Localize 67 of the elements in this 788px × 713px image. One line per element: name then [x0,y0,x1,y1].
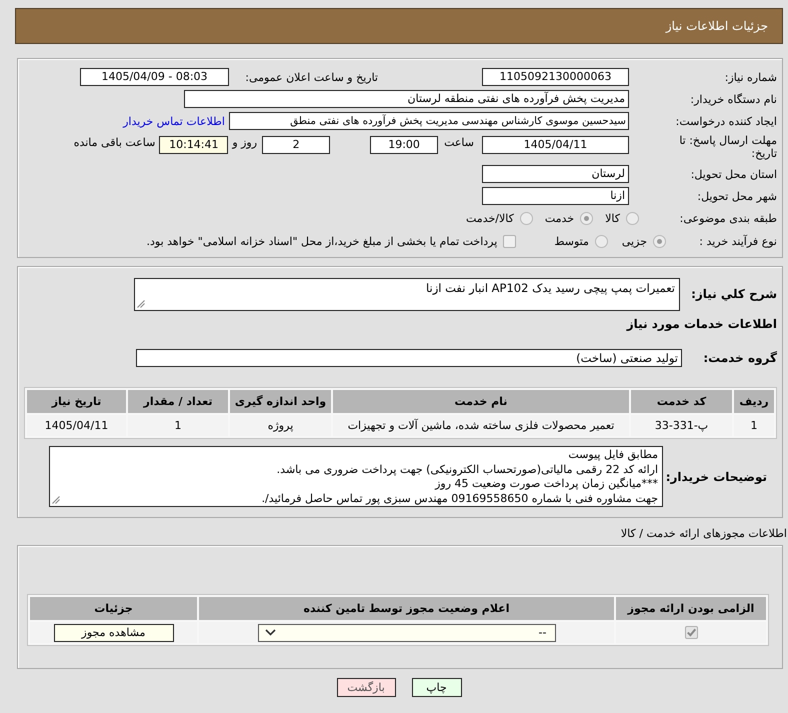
column-header: اعلام وضعیت مجوز توسط تامین کننده [199,597,614,620]
field-label: توضیحات خریدار: [666,470,767,484]
page-title: جزئیات اطلاعات نیاز [666,19,768,33]
field-label: تاریخ و ساعت اعلان عمومی: [245,70,378,84]
table-cell: 1 [128,415,228,436]
contact-link[interactable]: اطلاعات تماس خریدار [123,114,225,128]
text-field[interactable]: مدیریت پخش فرآورده های نفتی منطقه لرستان [184,90,629,108]
column-header: نام خدمت [333,390,629,413]
text-field[interactable]: 10:14:41 [159,136,228,154]
print-button[interactable]: چاپ [412,678,462,697]
status-select[interactable]: -- [258,624,556,642]
back-button[interactable]: بازگشت [336,678,396,697]
resize-handle-icon[interactable] [137,300,145,308]
resize-handle-icon[interactable] [52,496,60,504]
column-header: واحد اندازه گیری [230,390,331,413]
field-label: ساعت باقی مانده [74,136,156,149]
text-field[interactable]: سیدحسین موسوی کارشناس مهندسی مدیریت پخش فرآورده های نفتی منطق [229,112,629,130]
text-field[interactable]: 2 [262,136,330,154]
option-label: جزیی [622,235,647,248]
option-label: متوسط [554,235,589,248]
field-label: ایجاد کننده درخواست: [676,114,777,128]
field-label: روز و [232,136,258,149]
field-label: نوع فرآیند خرید : [699,235,777,248]
column-header: کد خدمت [631,390,732,413]
column-header: تاریخ نیاز [27,390,126,413]
text-field[interactable]: 1405/04/11 [482,136,629,154]
column-header: جزئیات [30,597,197,620]
field-label: ساعت [444,136,474,149]
field-label: شماره نیاز: [724,70,777,84]
table-cell: پ-331-33 [631,415,732,436]
text-field[interactable]: لرستان [482,165,629,183]
field-label: استان محل تحویل: [690,168,777,180]
table-cell: 1405/04/11 [27,415,126,436]
text-field[interactable]: 1105092130000063 [482,68,629,86]
radio-button[interactable] [580,212,594,225]
radio-button[interactable] [594,235,608,248]
option-label: کالا/خدمت [466,212,514,225]
text-field[interactable]: 19:00 [370,136,438,154]
field-label: طبقه بندی موضوعی: [680,212,777,225]
table-cell: تعمیر محصولات فلزی ساخته شده، ماشین آلات و تجهیزات [333,415,629,436]
column-header: الزامی بودن ارائه مجوز [616,597,766,620]
option-label: خدمت [544,212,574,225]
table-cell: 1 [734,415,774,436]
field-label: نام دستگاه خریدار: [690,92,777,106]
view-license-button[interactable]: مشاهده مجوز [54,624,174,642]
checkbox-label: پرداخت تمام یا بخشی از مبلغ خرید،از محل "اسناد خزانه اسلامی" خواهد بود. [146,235,498,248]
field-label: مهلت ارسال پاسخ: تا تاریخ: [678,134,777,160]
notes-field[interactable]: مطابق فایل پیوست ارائه کد 22 رقمی مالیاتی(صورتحساب الکترونیکی) جهت پرداخت ضروری می باشد. ***میانگین زمان پرداخت صورت وضعیت 45 روز جهت مشاوره فنی با شماره 09169558650 مهندس سبزی پور تماس حاصل فرمائید/. [49,446,663,507]
field-label: گروه خدمت: [703,351,777,365]
field-label: شرح کلي نياز: [691,287,777,301]
description-field[interactable]: تعمیرات پمپ پیچی رسید یدک AP102 انبار نفت ازنا [134,278,680,311]
radio-button[interactable] [520,212,533,225]
radio-button[interactable] [626,212,639,225]
text-field[interactable]: 1405/04/09 - 08:03 [80,68,229,86]
column-header: ردیف [734,390,774,413]
option-label: کالا [605,212,620,225]
section-heading: اطلاعات مجوزهای ارائه خدمت / کالا [620,527,787,541]
text-field[interactable]: تولید صنعتی (ساخت) [136,349,682,367]
section-heading: اطلاعات خدمات مورد نیاز [626,317,777,333]
radio-button[interactable] [653,235,666,248]
checkbox[interactable] [684,626,698,640]
chevron-down-icon [264,629,276,636]
column-header: تعداد / مقدار [128,390,228,413]
table-cell: پروژه [230,415,331,436]
checkbox[interactable] [503,235,516,248]
field-label: شهر محل تحویل: [697,190,777,202]
text-field[interactable]: ازنا [482,187,629,205]
